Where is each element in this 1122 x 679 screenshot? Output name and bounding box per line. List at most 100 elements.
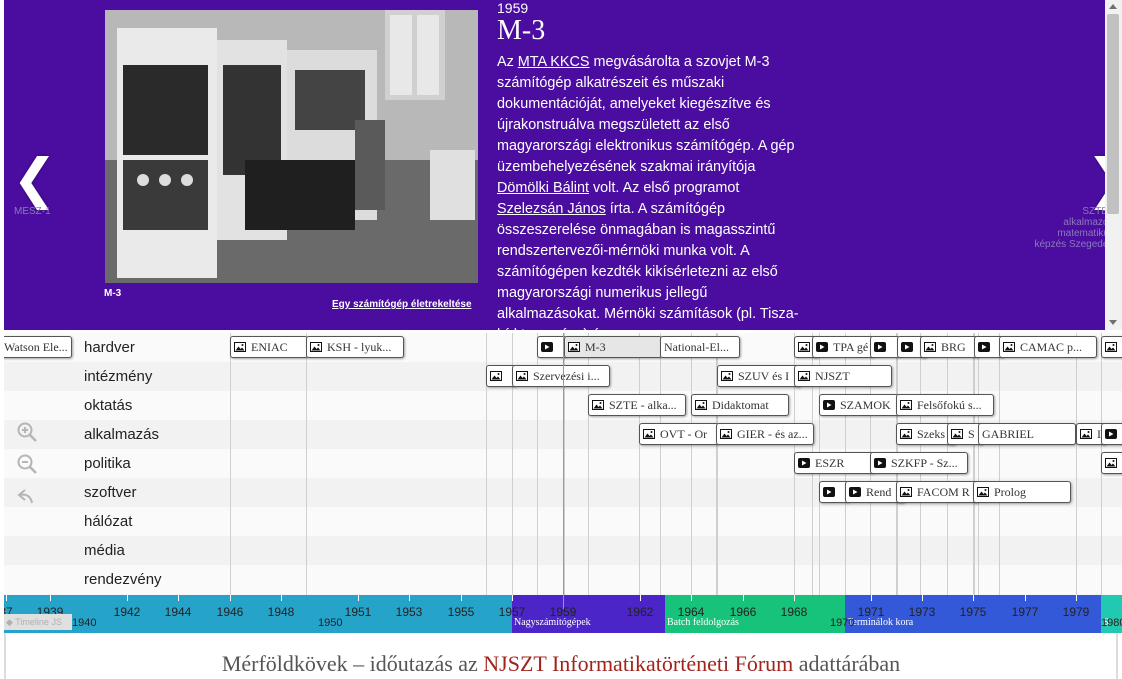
photo-credit: M-3 <box>104 288 122 299</box>
marker-line <box>978 333 979 595</box>
timeline-group-label: média <box>84 542 125 559</box>
slide-date: 1959 <box>497 0 529 16</box>
timeline-marker-label: Szervezési i... <box>533 369 600 383</box>
scrollbar-thumb[interactable] <box>1107 14 1119 214</box>
slide-scrollbar[interactable] <box>1105 0 1122 330</box>
timeline-marker[interactable]: CAMAC p... <box>999 336 1097 358</box>
year-tick-label: 1975 <box>959 605 987 619</box>
timeline-marker[interactable]: KSH - lyuk... <box>306 336 404 358</box>
slide-text-link[interactable]: MTA KKCS <box>518 54 590 70</box>
back-to-start-icon[interactable] <box>16 485 38 507</box>
timeline-marker-label: Szeks <box>917 427 945 441</box>
current-position-line <box>563 333 564 609</box>
timeline-marker[interactable]: SZUV és I <box>717 365 801 387</box>
year-tick-mark <box>358 595 359 601</box>
timeline-marker-label: BRG <box>941 340 966 354</box>
year-tick-label: 1948 <box>267 605 295 619</box>
image-icon <box>951 427 968 441</box>
timeline-marker-label: National-El... <box>664 340 729 354</box>
timeline-marker[interactable] <box>1101 452 1122 474</box>
timeline-marker-label: SZUV és I <box>738 369 790 383</box>
year-tick-mark <box>1076 595 1077 601</box>
year-tick-label: 1962 <box>626 605 654 619</box>
timeline-marker[interactable]: NJSZT <box>794 365 892 387</box>
image-icon <box>490 369 507 383</box>
timeline-marker[interactable]: ENIAC <box>230 336 308 358</box>
previous-slide-title[interactable]: MESZ-1 <box>14 206 51 217</box>
image-icon <box>1003 340 1020 354</box>
story-slider: ❮ MESZ-1 M-3 Egy számítógép életrekeltés… <box>4 0 1105 330</box>
slide-text-segment: Az <box>497 54 518 70</box>
photo-caption-link[interactable]: Egy számítógép életrekeltése <box>332 299 472 310</box>
previous-slide-chevron-icon[interactable]: ❮ <box>12 152 57 206</box>
timeline-group-label: rendezvény <box>84 571 162 588</box>
timeline-marker[interactable]: TPA gé <box>812 336 874 358</box>
decade-label: 1940 <box>72 617 97 629</box>
zoom-in-icon[interactable] <box>16 421 38 443</box>
timeline-marker-label: SZKFP - Sz... <box>891 456 958 470</box>
m3-computer-photo <box>105 10 478 283</box>
timeline-marker-label: Prolog <box>994 485 1027 499</box>
year-tick-label: 1964 <box>677 605 705 619</box>
slide-text-link[interactable]: Szelezsán János <box>497 201 606 217</box>
timeline-marker[interactable]: OVT - Or <box>639 423 719 445</box>
timeline-marker-label: GIER - és az... <box>737 427 808 441</box>
year-tick-label: 1951 <box>344 605 372 619</box>
timeline-marker[interactable]: Prolog <box>973 481 1071 503</box>
timeline-marker[interactable]: FACOM R <box>896 481 978 503</box>
timeline-marker[interactable] <box>870 336 900 358</box>
timeline-marker[interactable] <box>1101 423 1122 445</box>
timeline-marker[interactable]: Watson Ele... <box>4 336 72 358</box>
timeline-marker[interactable]: BRG <box>920 336 978 358</box>
year-tick-label: 1942 <box>113 605 141 619</box>
timeline-marker[interactable]: Felsőfokú s... <box>896 394 994 416</box>
slide-title: M-3 <box>497 15 546 46</box>
timeline-marker[interactable]: SZKFP - Sz... <box>870 452 968 474</box>
year-tick-label: 1979 <box>1062 605 1090 619</box>
timeline-js-credit[interactable]: ◆ Timeline JS <box>4 614 72 630</box>
image-icon <box>900 427 917 441</box>
timeline-marker[interactable]: SZAMOK <box>819 394 899 416</box>
footer-prefix: Mérföldkövek – időutazás az <box>221 651 484 676</box>
slide-text-link[interactable]: Dömölki Bálint <box>497 180 589 196</box>
year-tick-label: 1966 <box>729 605 757 619</box>
scroll-down-arrow-icon[interactable] <box>1109 320 1117 325</box>
next-slide-title[interactable]: SZTE - alkalmazott matematikus képzés Sz… <box>1034 206 1105 250</box>
year-tick-label: 1957 <box>498 605 526 619</box>
timeline-marker[interactable]: Didaktomat <box>691 394 789 416</box>
timeline-marker-label: M-3 <box>585 340 606 354</box>
footer-suffix: adattárában <box>793 651 901 676</box>
footer-forum-link[interactable]: NJSZT Informatikatörténeti Fórum <box>483 651 793 676</box>
timeline-marker-label: GABRIEL <box>982 427 1034 441</box>
next-slide-chevron-icon[interactable]: ❯ <box>1086 152 1105 206</box>
video-icon <box>901 340 918 354</box>
decade-label: 1970 <box>830 617 855 629</box>
video-icon <box>798 456 815 470</box>
timeline-marker[interactable]: GIER - és az... <box>716 423 814 445</box>
timeline-marker[interactable]: SZTE - alka... <box>588 394 686 416</box>
year-tick-label: 1973 <box>908 605 936 619</box>
image-icon <box>1105 340 1122 354</box>
timeline-marker[interactable]: Szervezési i... <box>512 365 610 387</box>
timeline-marker[interactable]: GABRIEL <box>978 423 1076 445</box>
zoom-out-icon[interactable] <box>16 453 38 475</box>
year-tick-mark <box>973 595 974 601</box>
year-tick-mark <box>871 595 872 601</box>
timeline-marker[interactable]: National-El... <box>660 336 740 358</box>
video-icon <box>849 485 866 499</box>
image-icon <box>924 340 941 354</box>
marker-line <box>974 333 975 595</box>
scroll-up-arrow-icon[interactable] <box>1109 4 1117 9</box>
timeline-group-label: hardver <box>84 339 135 356</box>
timeline-marker[interactable]: ESZR <box>794 452 874 474</box>
video-icon <box>823 485 840 499</box>
timeline-marker-label: Didaktomat <box>712 398 769 412</box>
slide-photo <box>105 10 478 283</box>
timeline-marker[interactable] <box>1101 336 1122 358</box>
image-icon <box>900 485 917 499</box>
video-icon <box>823 398 840 412</box>
timeline-marker-label: NJSZT <box>815 369 850 383</box>
year-tick-mark <box>127 595 128 601</box>
video-icon <box>541 340 558 354</box>
timeline-marker[interactable]: M-3 <box>564 336 662 358</box>
